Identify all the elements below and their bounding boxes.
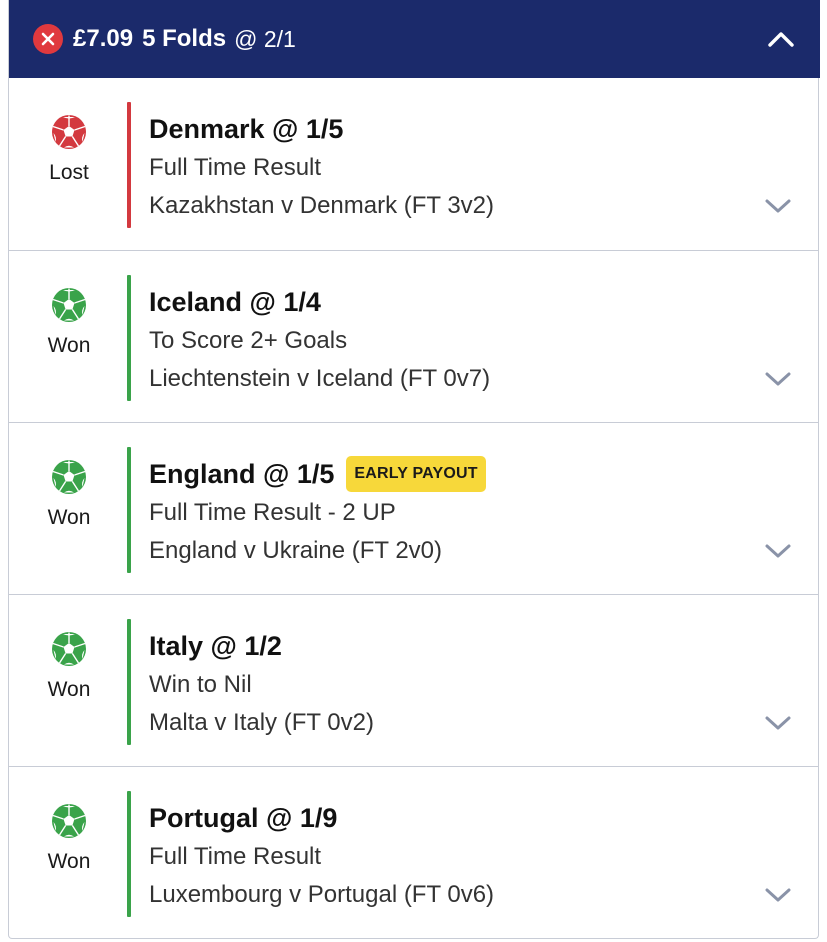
bet-odds: @ 2/1 [234,25,296,52]
leg-status-label: Won [47,506,91,529]
leg-event: Malta v Italy (FT 0v2) [149,709,374,736]
leg-status-label: Lost [49,161,89,184]
bet-leg[interactable]: Lost Denmark @ 1/5 Full Time Result Kazakhs… [9,78,818,250]
football-icon [51,803,87,844]
bet-leg[interactable]: Won Iceland @ 1/4 To Score 2+ Goals Liechte… [9,250,818,422]
leg-market: Full Time Result - 2 UP [149,499,396,526]
bet-leg[interactable]: Won England @ 1/5 EARLY PAYOUT Full Time Re… [9,422,818,594]
leg-status: Won [31,631,107,702]
leg-status-bar [127,791,131,917]
early-payout-badge: EARLY PAYOUT [346,456,486,492]
football-icon [51,287,87,328]
leg-selection: Portugal @ 1/9 [149,802,338,833]
chevron-down-icon[interactable] [764,885,792,905]
leg-status: Won [31,287,107,358]
chevron-up-icon[interactable] [766,24,796,54]
football-icon [51,459,87,500]
leg-status-label: Won [47,850,91,873]
bet-leg[interactable]: Won Portugal @ 1/9 Full Time Result Luxembo… [9,766,818,938]
leg-status: Won [31,803,107,874]
leg-status-bar [127,102,131,228]
leg-status-label: Won [47,334,91,357]
bet-legs-list: Lost Denmark @ 1/5 Full Time Result Kazakhs… [9,78,818,938]
leg-selection: Iceland @ 1/4 [149,286,321,317]
chevron-down-icon[interactable] [764,713,792,733]
bet-stake: £7.09 [73,25,134,52]
bet-header[interactable]: £7.09 5 Folds @ 2/1 [9,0,820,78]
leg-market: Win to Nil [149,671,252,698]
chevron-down-icon[interactable] [764,196,792,216]
close-icon [33,24,63,54]
leg-status-bar [127,275,131,401]
bet-leg[interactable]: Won Italy @ 1/2 Win to Nil Malta v Italy (F… [9,594,818,766]
bet-card: £7.09 5 Folds @ 2/1 Lost Denmark @ 1/5 Ful… [8,0,820,939]
leg-event: England v Ukraine (FT 2v0) [149,537,443,564]
leg-selection: England @ 1/5 [149,458,335,489]
leg-market: Full Time Result [149,154,322,181]
leg-status-bar [127,447,131,573]
leg-market: To Score 2+ Goals [149,327,348,354]
leg-selection: Denmark @ 1/5 [149,113,344,144]
football-icon [51,114,87,155]
leg-event: Luxembourg v Portugal (FT 0v6) [149,881,495,908]
football-icon [51,631,87,672]
chevron-down-icon[interactable] [764,541,792,561]
bet-type: 5 Folds [142,25,227,52]
leg-status: Won [31,459,107,530]
leg-event: Kazakhstan v Denmark (FT 3v2) [149,192,495,219]
leg-status: Lost [31,114,107,185]
chevron-down-icon[interactable] [764,369,792,389]
leg-status-bar [127,619,131,745]
leg-selection: Italy @ 1/2 [149,630,282,661]
leg-status-label: Won [47,678,91,701]
leg-event: Liechtenstein v Iceland (FT 0v7) [149,365,491,392]
leg-market: Full Time Result [149,843,322,870]
